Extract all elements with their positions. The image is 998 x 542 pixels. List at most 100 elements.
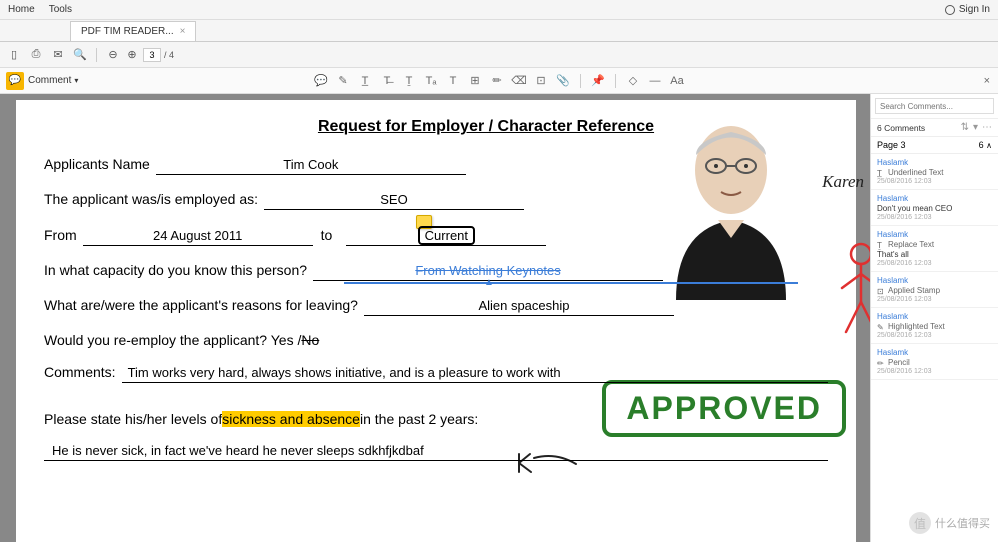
shapes-icon[interactable]: ◇ bbox=[626, 74, 640, 88]
comment-author: Haslamk bbox=[877, 348, 992, 357]
close-icon[interactable]: × bbox=[180, 26, 186, 37]
annotation-tools: 💬 ✎ T̲ T̶ Ṯ Tₐ T ⊞ ✏ ⌫ ⊡ 📎 📌 ◇ — Aa bbox=[314, 74, 684, 88]
comment-date: 25/08/2016 12:03 bbox=[877, 178, 992, 185]
comment-item[interactable]: Haslamk⊡Applied Stamp25/08/2016 12:03 bbox=[871, 272, 998, 308]
field-label-reasons: What are/were the applicant's reasons fo… bbox=[44, 297, 358, 313]
print-icon[interactable]: ⎙ bbox=[28, 47, 44, 63]
field-value-sickness: He is never sick, in fact we've heard he… bbox=[52, 443, 424, 458]
comment-author: Haslamk bbox=[877, 276, 992, 285]
comment-item[interactable]: HaslamkṮReplace TextThat's all25/08/2016… bbox=[871, 226, 998, 272]
comment-page-label: Page 3 bbox=[877, 140, 906, 150]
comments-panel: 6 Comments ⇅▾⋯ Page 3 6 ∧ HaslamkT̲Under… bbox=[870, 94, 998, 542]
watermark-text: 什么值得买 bbox=[935, 515, 990, 531]
attachment-icon[interactable]: 📎 bbox=[556, 74, 570, 88]
field-value-to: Current bbox=[418, 226, 475, 245]
comment-type: ⊡Applied Stamp bbox=[877, 286, 992, 295]
highlight-icon[interactable]: ✎ bbox=[336, 74, 350, 88]
sign-in-label: Sign In bbox=[959, 4, 990, 15]
mail-icon[interactable]: ✉ bbox=[50, 47, 66, 63]
comment-author: Haslamk bbox=[877, 194, 992, 203]
sickness-text-post: in the past 2 years: bbox=[360, 411, 478, 427]
menubar: Home Tools Sign In bbox=[0, 0, 998, 20]
tab-label: PDF TIM READER... bbox=[81, 26, 174, 37]
text-comment-icon[interactable]: T bbox=[446, 74, 460, 88]
watermark-icon: 值 bbox=[909, 512, 931, 534]
stamp-icon[interactable]: ⊡ bbox=[534, 74, 548, 88]
field-label-reemploy: Would you re-employ the applicant? Yes / bbox=[44, 332, 301, 348]
sign-in-button[interactable]: Sign In bbox=[945, 4, 990, 15]
comment-author: Haslamk bbox=[877, 312, 992, 321]
field-value-from: 24 August 2011 bbox=[153, 228, 242, 243]
comment-date: 25/08/2016 12:03 bbox=[877, 368, 992, 375]
sort-controls[interactable]: ⇅▾⋯ bbox=[961, 122, 992, 133]
field-label-comments: Comments: bbox=[44, 364, 116, 380]
comment-type: ✎Highlighted Text bbox=[877, 322, 992, 331]
field-value-employed: SEO bbox=[380, 192, 407, 207]
collapse-icon[interactable]: ∧ bbox=[986, 141, 992, 150]
line-icon[interactable]: — bbox=[648, 74, 662, 88]
comment-type: T̲Underlined Text bbox=[877, 168, 992, 177]
tabbar: PDF TIM READER... × bbox=[0, 20, 998, 42]
page-total: / 4 bbox=[164, 50, 174, 60]
comment-date: 25/08/2016 12:03 bbox=[877, 214, 992, 221]
pin-icon[interactable]: 📌 bbox=[591, 74, 605, 88]
reemploy-no: No bbox=[301, 332, 319, 348]
sickness-highlight[interactable]: sickness and absence bbox=[222, 411, 360, 427]
drawn-stick-figure bbox=[836, 240, 870, 340]
sticky-note-icon[interactable]: 💬 bbox=[314, 74, 328, 88]
caret-annotation: ▲ bbox=[484, 277, 494, 288]
comment-date: 25/08/2016 12:03 bbox=[877, 296, 992, 303]
field-label-capacity: In what capacity do you know this person… bbox=[44, 262, 307, 278]
underline-icon[interactable]: T̲ bbox=[358, 74, 372, 88]
comment-type: ṮReplace Text bbox=[877, 240, 992, 249]
sidebar-toggle-icon[interactable]: ▯ bbox=[6, 47, 22, 63]
field-label-applicant: Applicants Name bbox=[44, 156, 150, 172]
comment-date: 25/08/2016 12:03 bbox=[877, 260, 992, 267]
menu-tools[interactable]: Tools bbox=[49, 4, 72, 15]
comment-item[interactable]: HaslamkT̲Underlined Text25/08/2016 12:03 bbox=[871, 154, 998, 190]
comment-page-count: 6 bbox=[979, 140, 984, 150]
comment-author: Haslamk bbox=[877, 158, 992, 167]
close-toolbar-icon[interactable]: × bbox=[984, 75, 990, 87]
text-style-icon[interactable]: Aa bbox=[670, 74, 684, 88]
approved-stamp[interactable]: APPROVED bbox=[602, 380, 846, 437]
main-toolbar: ▯ ⎙ ✉ 🔍 ⊖ ⊕ / 4 bbox=[0, 42, 998, 68]
search-icon[interactable]: 🔍 bbox=[72, 47, 88, 63]
watermark: 值 什么值得买 bbox=[909, 512, 990, 534]
comment-tool-icon[interactable]: 💬 bbox=[6, 72, 24, 90]
comment-item[interactable]: Haslamk✎Highlighted Text25/08/2016 12:03 bbox=[871, 308, 998, 344]
eraser-icon[interactable]: ⌫ bbox=[512, 74, 526, 88]
underline-annotation bbox=[344, 282, 798, 284]
comment-search-input[interactable] bbox=[875, 98, 994, 114]
more-icon: ⋯ bbox=[982, 122, 992, 133]
textbox-icon[interactable]: ⊞ bbox=[468, 74, 482, 88]
replace-text-icon[interactable]: Ṯ bbox=[402, 74, 416, 88]
page-navigator: ⊖ ⊕ / 4 bbox=[105, 47, 174, 63]
document-viewport[interactable]: Request for Employer / Character Referen… bbox=[0, 94, 870, 542]
comment-date: 25/08/2016 12:03 bbox=[877, 332, 992, 339]
comment-count: 6 Comments bbox=[877, 123, 925, 133]
comment-text: That's all bbox=[877, 250, 992, 259]
comment-dropdown[interactable]: Comment▾ bbox=[28, 75, 78, 86]
strikethrough-icon[interactable]: T̶ bbox=[380, 74, 394, 88]
pencil-icon[interactable]: ✏ bbox=[490, 74, 504, 88]
page-number-input[interactable] bbox=[143, 48, 161, 62]
sort-icon: ⇅ bbox=[961, 122, 969, 133]
field-label-from: From bbox=[44, 227, 77, 243]
field-value-reasons: Alien spaceship bbox=[468, 298, 569, 313]
sickness-text-pre: Please state his/her levels of bbox=[44, 411, 222, 427]
next-page-icon[interactable]: ⊕ bbox=[124, 47, 140, 63]
prev-page-icon[interactable]: ⊖ bbox=[105, 47, 121, 63]
field-value-capacity: From Watching Keynotes bbox=[415, 263, 560, 278]
menu-home[interactable]: Home bbox=[8, 4, 35, 15]
field-value-applicant: Tim Cook bbox=[283, 157, 338, 172]
comment-list: HaslamkT̲Underlined Text25/08/2016 12:03… bbox=[871, 154, 998, 380]
user-icon bbox=[945, 5, 955, 15]
comment-item[interactable]: Haslamk✏Pencil25/08/2016 12:03 bbox=[871, 344, 998, 380]
comment-item[interactable]: HaslamkDon't you mean CEO25/08/2016 12:0… bbox=[871, 190, 998, 226]
comment-text: Don't you mean CEO bbox=[877, 204, 992, 213]
document-tab[interactable]: PDF TIM READER... × bbox=[70, 21, 196, 41]
field-label-employed: The applicant was/is employed as: bbox=[44, 191, 258, 207]
insert-text-icon[interactable]: Tₐ bbox=[424, 74, 438, 88]
comment-type: ✏Pencil bbox=[877, 358, 992, 367]
